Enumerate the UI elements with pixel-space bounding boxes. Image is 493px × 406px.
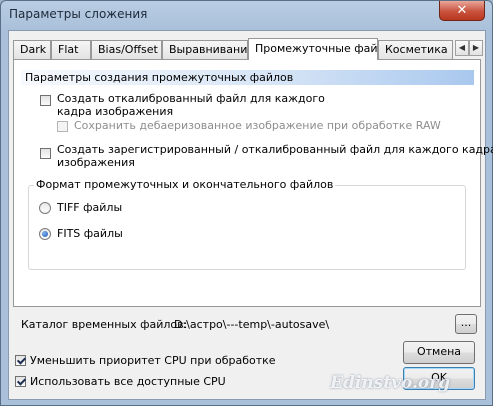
dialog-client-area: Dark Flat Bias/Offset Выравнивание Проме… — [8, 30, 493, 400]
watermark-text: Edinstvo.org — [330, 373, 451, 393]
dialog-window: Параметры сложения ✕ Dark Flat Bias/Offs… — [0, 0, 493, 406]
fits-radio[interactable] — [39, 228, 51, 240]
arrow-left-icon: ◀ — [458, 43, 466, 52]
fits-radio-label[interactable]: FITS файлы — [57, 227, 123, 240]
tab-flat[interactable]: Flat — [51, 40, 91, 59]
create-calibrated-label-line1[interactable]: Создать откалиброванный файл для каждого — [57, 92, 325, 105]
create-registered-label-line1[interactable]: Создать зарегистрированный / откалиброва… — [57, 143, 493, 156]
arrow-right-icon: ▶ — [472, 43, 480, 52]
tiff-radio-label[interactable]: TIFF файлы — [57, 201, 122, 214]
tab-scroll-left-button[interactable]: ◀ — [455, 40, 469, 56]
section-header: Параметры создания промежуточных файлов — [21, 70, 474, 85]
browse-folder-button[interactable]: ... — [455, 314, 477, 334]
temp-folder-label: Каталог временных файлов: — [21, 318, 188, 331]
tab-intermediate-files[interactable]: Промежуточные файлы — [248, 38, 378, 60]
window-title: Параметры сложения — [9, 7, 148, 21]
lower-cpu-priority-label[interactable]: Уменьшить приоритет CPU при обработке — [30, 354, 276, 367]
lower-cpu-priority-checkbox[interactable] — [15, 355, 26, 366]
save-debayered-label[interactable]: Сохранить дебаеризованное изображение пр… — [74, 119, 441, 132]
tiff-radio[interactable] — [39, 202, 51, 214]
tab-bias-offset[interactable]: Bias/Offset — [91, 40, 162, 59]
tab-alignment[interactable]: Выравнивание — [162, 40, 248, 59]
tab-dark[interactable]: Dark — [13, 40, 51, 59]
save-debayered-checkbox[interactable] — [57, 121, 68, 132]
close-button[interactable]: ✕ — [439, 1, 485, 21]
create-registered-checkbox[interactable] — [40, 148, 51, 159]
use-all-cpu-label[interactable]: Использовать все доступные CPU — [30, 375, 226, 388]
tab-panel-intermediate-files: Параметры создания промежуточных файлов … — [13, 59, 493, 307]
tab-cosmetics[interactable]: Косметика — [378, 40, 453, 59]
create-calibrated-checkbox[interactable] — [40, 95, 51, 106]
tab-strip: Dark Flat Bias/Offset Выравнивание Проме… — [13, 38, 483, 60]
tab-scroll-right-button[interactable]: ▶ — [469, 40, 483, 56]
create-calibrated-label-line2[interactable]: кадра изображения — [57, 105, 173, 118]
use-all-cpu-checkbox[interactable] — [15, 376, 26, 387]
cancel-button[interactable]: Отмена — [403, 341, 475, 364]
format-group-title: Формат промежуточных и окончательного фа… — [34, 178, 336, 192]
title-bar[interactable]: Параметры сложения ✕ — [1, 1, 492, 29]
create-registered-label-line2[interactable]: изображения — [57, 156, 135, 169]
close-icon: ✕ — [456, 3, 468, 18]
temp-folder-path: D:\астро\---temp\-autosave\ — [174, 318, 330, 331]
